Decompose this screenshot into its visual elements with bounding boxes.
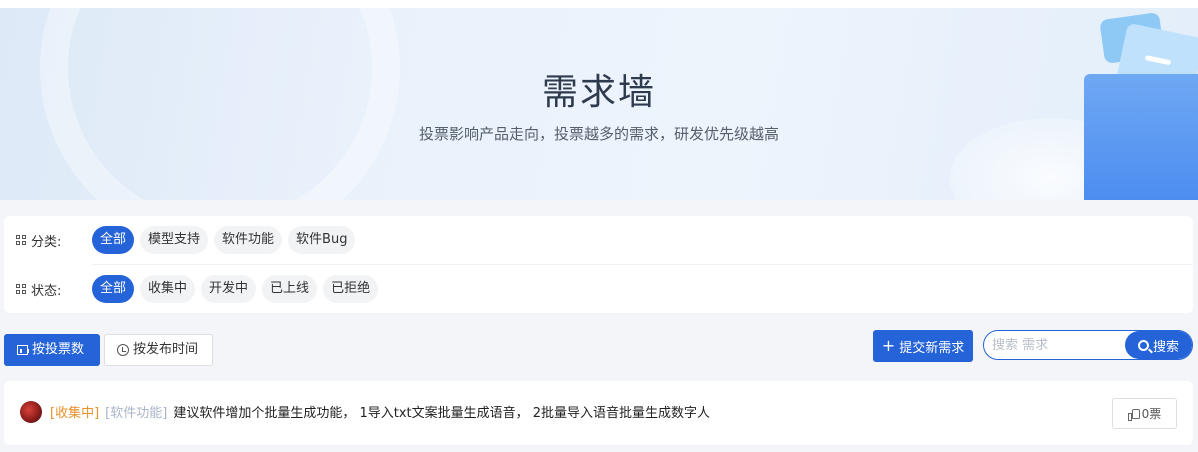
vote-button[interactable]: 0票: [1112, 398, 1177, 429]
top-strip: [0, 0, 1198, 8]
category-filter-row: 分类: 全部 模型支持 软件功能 软件Bug: [4, 216, 1193, 264]
sort-by-time-button[interactable]: 按发布时间: [104, 334, 213, 366]
category-chip[interactable]: 模型支持: [140, 226, 209, 254]
status-chip[interactable]: 开发中: [201, 275, 257, 303]
search-button[interactable]: 搜索: [1125, 331, 1192, 359]
sort-by-time-label: 按发布时间: [133, 342, 199, 357]
filter-panel: 分类: 全部 模型支持 软件功能 软件Bug 状态: 全部 收集中 开发中 已上线 已拒绝: [4, 216, 1193, 313]
page-subtitle: 投票影响产品走向，投票越多的需求，研发优先级越高: [418, 125, 779, 143]
submit-request-label: 提交新需求: [899, 340, 965, 356]
status-tag: [收集中]: [50, 406, 100, 421]
page-title: 需求墙: [541, 72, 656, 113]
status-chip[interactable]: 已上线: [262, 275, 318, 303]
bar-chart-icon: [17, 345, 29, 355]
request-list-item: [收集中] [软件功能] 建议软件增加个批量生成功能， 1导入txt文案批量生成…: [4, 381, 1193, 445]
category-chip[interactable]: 软件Bug: [288, 226, 356, 254]
folder-illustration-icon: [1080, 8, 1198, 200]
status-filter-row: 状态: 全部 收集中 开发中 已上线 已拒绝: [4, 265, 1193, 313]
status-chip[interactable]: 全部: [92, 275, 135, 303]
grid-icon: [16, 235, 26, 245]
grid-icon: [16, 284, 26, 294]
search-box: 搜索: [983, 330, 1193, 360]
category-chip-group: 全部 模型支持 软件功能 软件Bug: [92, 226, 356, 254]
thumb-up-icon: [1127, 408, 1140, 421]
hero-banner: 需求墙 投票影响产品走向，投票越多的需求，研发优先级越高: [0, 8, 1198, 200]
search-icon: [1137, 339, 1149, 351]
category-tag: [软件功能]: [105, 406, 168, 421]
search-input[interactable]: [992, 331, 1122, 359]
search-button-label: 搜索: [1152, 339, 1179, 355]
category-filter-label: 分类:: [31, 234, 62, 250]
status-chip[interactable]: 已拒绝: [323, 275, 379, 303]
avatar[interactable]: [20, 401, 42, 423]
clock-icon: [117, 344, 129, 356]
plus-icon: +: [881, 336, 896, 355]
sort-by-votes-button[interactable]: 按投票数: [4, 334, 100, 366]
status-chip-group: 全部 收集中 开发中 已上线 已拒绝: [92, 275, 379, 303]
category-chip[interactable]: 全部: [92, 226, 135, 254]
submit-request-button[interactable]: + 提交新需求: [873, 330, 973, 362]
sort-by-votes-label: 按投票数: [32, 342, 85, 357]
status-chip[interactable]: 收集中: [140, 275, 196, 303]
vote-count: 0票: [1141, 407, 1162, 421]
category-chip[interactable]: 软件功能: [214, 226, 283, 254]
request-title-link[interactable]: 建议软件增加个批量生成功能， 1导入txt文案批量生成语音， 2批量导入语音批量…: [173, 402, 710, 421]
status-filter-label: 状态:: [31, 283, 62, 299]
